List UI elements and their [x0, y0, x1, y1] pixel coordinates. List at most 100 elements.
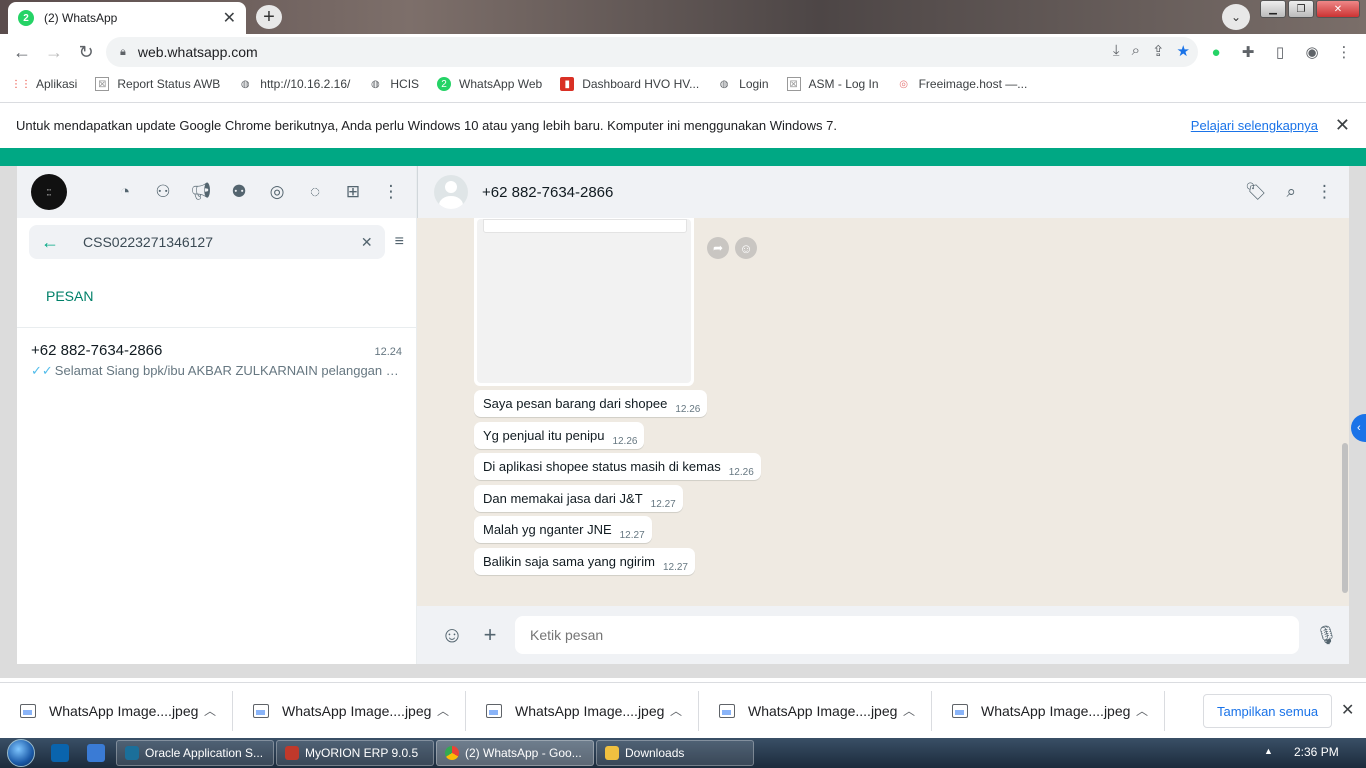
- emoji-icon[interactable]: ☺: [439, 622, 465, 648]
- broadcast-icon[interactable]: 📢︎: [190, 182, 212, 202]
- forward-icon[interactable]: ➦: [707, 237, 729, 259]
- chat-bubble-icon[interactable]: ◌: [304, 182, 326, 202]
- download-item[interactable]: WhatsApp Image....jpeg ︿: [233, 690, 466, 731]
- task-myorion[interactable]: MyORION ERP 9.0.5: [276, 740, 434, 766]
- address-bar[interactable]: 🔒︎ web.whatsapp.com ⤓ ⌕ ⇪ ★: [106, 37, 1198, 67]
- bookmark-login[interactable]: ◍ Login: [717, 77, 769, 91]
- search-box: ← ✕: [29, 225, 385, 259]
- channels-icon[interactable]: ◎: [266, 182, 288, 202]
- add-contact-icon[interactable]: ⚇: [152, 182, 174, 202]
- download-item[interactable]: WhatsApp Image....jpeg ︿: [699, 690, 932, 731]
- emoji-reaction-icon[interactable]: ☺: [735, 237, 757, 259]
- chrome-menu-icon[interactable]: ⋮: [1332, 36, 1356, 68]
- message-bubble[interactable]: Saya pesan barang dari shopee 12.26: [474, 390, 708, 417]
- download-item[interactable]: WhatsApp Image....jpeg ︿: [466, 690, 699, 731]
- infobar-close-icon[interactable]: ✕: [1335, 115, 1350, 136]
- chevron-up-icon[interactable]: ︿: [903, 702, 915, 719]
- outlook-pin[interactable]: [42, 738, 78, 768]
- message-bubble[interactable]: Malah yg nganter JNE 12.27: [474, 516, 652, 543]
- search-back-icon[interactable]: ←: [41, 232, 59, 253]
- contact-avatar[interactable]: [434, 175, 468, 209]
- dashboard-icon: ▮: [560, 77, 575, 91]
- close-window-button[interactable]: ✕: [1316, 0, 1360, 18]
- tab-search-button[interactable]: ⌄: [1222, 4, 1250, 30]
- status-icon[interactable]: ◔: [114, 182, 136, 202]
- message-input[interactable]: [515, 616, 1299, 654]
- share-icon[interactable]: ⇪: [1152, 42, 1165, 60]
- bookmark-star-icon[interactable]: ★: [1177, 42, 1190, 60]
- attach-plus-icon[interactable]: +: [477, 622, 503, 648]
- outlook-icon: [51, 744, 69, 762]
- task-chrome-whatsapp[interactable]: (2) WhatsApp - Goo...: [436, 740, 594, 766]
- windows-taskbar: Oracle Application S... MyORION ERP 9.0.…: [0, 738, 1366, 768]
- menu-icon[interactable]: ⋮: [380, 182, 402, 202]
- extensions-icon[interactable]: ✚: [1236, 36, 1260, 68]
- message-bubble[interactable]: Yg penjual itu penipu 12.26: [474, 422, 645, 449]
- filter-icon[interactable]: ≡: [395, 233, 404, 251]
- forward-icon[interactable]: →: [38, 36, 70, 68]
- label-icon[interactable]: 🏷︎: [1245, 182, 1267, 202]
- app-pin[interactable]: [78, 738, 114, 768]
- conversation-header[interactable]: +62 882-7634-2866 🏷︎ ⌕ ⋮: [417, 166, 1349, 218]
- lock-icon[interactable]: 🔒︎: [120, 46, 126, 59]
- bookmark-ip[interactable]: ◍ http://10.16.2.16/: [238, 77, 350, 91]
- learn-more-link[interactable]: Pelajari selengkapnya: [1191, 118, 1318, 133]
- app-icon: [87, 744, 105, 762]
- bookmark-hcis[interactable]: ◍ HCIS: [368, 77, 419, 91]
- chevron-up-icon[interactable]: ︿: [437, 702, 449, 719]
- taskbar-clock[interactable]: 2:36 PM: [1294, 745, 1339, 759]
- show-all-downloads-button[interactable]: Tampilkan semua: [1203, 694, 1333, 728]
- chat-list-panel: ▪▪▪▪▪▪ ◔ ⚇ 📢︎ ⚉ ◎ ◌ ⊞ ⋮ ← ✕ ≡ PESAN +: [17, 166, 417, 664]
- task-oracle[interactable]: Oracle Application S...: [116, 740, 274, 766]
- download-item[interactable]: WhatsApp Image....jpeg ︿: [932, 690, 1165, 731]
- bookmark-report-status-awb[interactable]: ⊠ Report Status AWB: [95, 77, 220, 91]
- new-chat-icon[interactable]: ⊞: [342, 182, 364, 202]
- browser-tab[interactable]: 2 (2) WhatsApp ✕: [8, 2, 246, 34]
- image-content-card: [483, 219, 687, 233]
- install-app-icon[interactable]: ⤓: [1113, 42, 1120, 60]
- chevron-up-icon[interactable]: ︿: [670, 702, 682, 719]
- contact-name[interactable]: +62 882-7634-2866: [482, 184, 613, 201]
- image-file-icon: [486, 703, 502, 718]
- reload-icon[interactable]: ↻: [70, 36, 102, 68]
- task-downloads[interactable]: Downloads: [596, 740, 754, 766]
- profile-icon[interactable]: ◉: [1300, 36, 1324, 68]
- clear-search-icon[interactable]: ✕: [361, 234, 373, 251]
- toolbar-right: ● ✚ ▯ ◉ ⋮: [1204, 36, 1356, 68]
- browser-toolbar: ← → ↻ 🔒︎ web.whatsapp.com ⤓ ⌕ ⇪ ★ ● ✚ ▯ …: [0, 34, 1366, 70]
- zoom-icon[interactable]: ⌕: [1132, 42, 1140, 60]
- url-text[interactable]: web.whatsapp.com: [138, 44, 258, 60]
- side-panel-icon[interactable]: ▯: [1268, 36, 1292, 68]
- chevron-up-icon[interactable]: ︿: [1136, 702, 1148, 719]
- bookmark-whatsapp-web[interactable]: 2 WhatsApp Web: [437, 77, 542, 91]
- close-download-bar-icon[interactable]: ✕: [1341, 700, 1354, 720]
- conversation-menu-icon[interactable]: ⋮: [1316, 182, 1333, 202]
- message-bubble[interactable]: Di aplikasi shopee status masih di kemas…: [474, 453, 761, 480]
- page-scrollbar[interactable]: [1342, 443, 1348, 593]
- image-message[interactable]: [474, 218, 694, 386]
- search-input[interactable]: [83, 234, 361, 250]
- communities-icon[interactable]: ⚉: [228, 182, 250, 202]
- new-tab-button[interactable]: +: [256, 5, 282, 29]
- minimize-button[interactable]: ▁: [1260, 0, 1286, 18]
- my-avatar[interactable]: ▪▪▪ ▪▪▪: [31, 174, 67, 210]
- messages-section-label: PESAN: [17, 266, 416, 328]
- download-item[interactable]: WhatsApp Image....jpeg ︿: [0, 690, 233, 731]
- message-bubble[interactable]: Balikin saja sama yang ngirim 12.27: [474, 548, 695, 575]
- chat-list-item[interactable]: +62 882-7634-2866 12.24 ✓✓ Selamat Siang …: [17, 328, 416, 384]
- tab-close-icon[interactable]: ✕: [223, 8, 236, 28]
- bookmark-apps[interactable]: ⋮⋮ Aplikasi: [11, 77, 77, 91]
- tray-expand-icon[interactable]: ▲: [1264, 746, 1273, 756]
- start-button[interactable]: [0, 738, 42, 768]
- chevron-up-icon[interactable]: ︿: [204, 702, 216, 719]
- microphone-icon[interactable]: 🎙︎: [1315, 625, 1338, 646]
- maximize-button[interactable]: ❐: [1288, 0, 1314, 18]
- whatsapp-extension-icon[interactable]: ●: [1204, 36, 1228, 68]
- search-icon[interactable]: ⌕: [1286, 182, 1296, 202]
- back-icon[interactable]: ←: [6, 36, 38, 68]
- chat-item-top: +62 882-7634-2866 12.24: [31, 342, 402, 359]
- bookmark-dashboard-hvo[interactable]: ▮ Dashboard HVO HV...: [560, 77, 699, 91]
- bookmark-freeimage[interactable]: ◎ Freeimage.host —...: [897, 77, 1027, 91]
- message-bubble[interactable]: Dan memakai jasa dari J&T 12.27: [474, 485, 683, 512]
- bookmark-asm-login[interactable]: ⊠ ASM - Log In: [786, 77, 879, 91]
